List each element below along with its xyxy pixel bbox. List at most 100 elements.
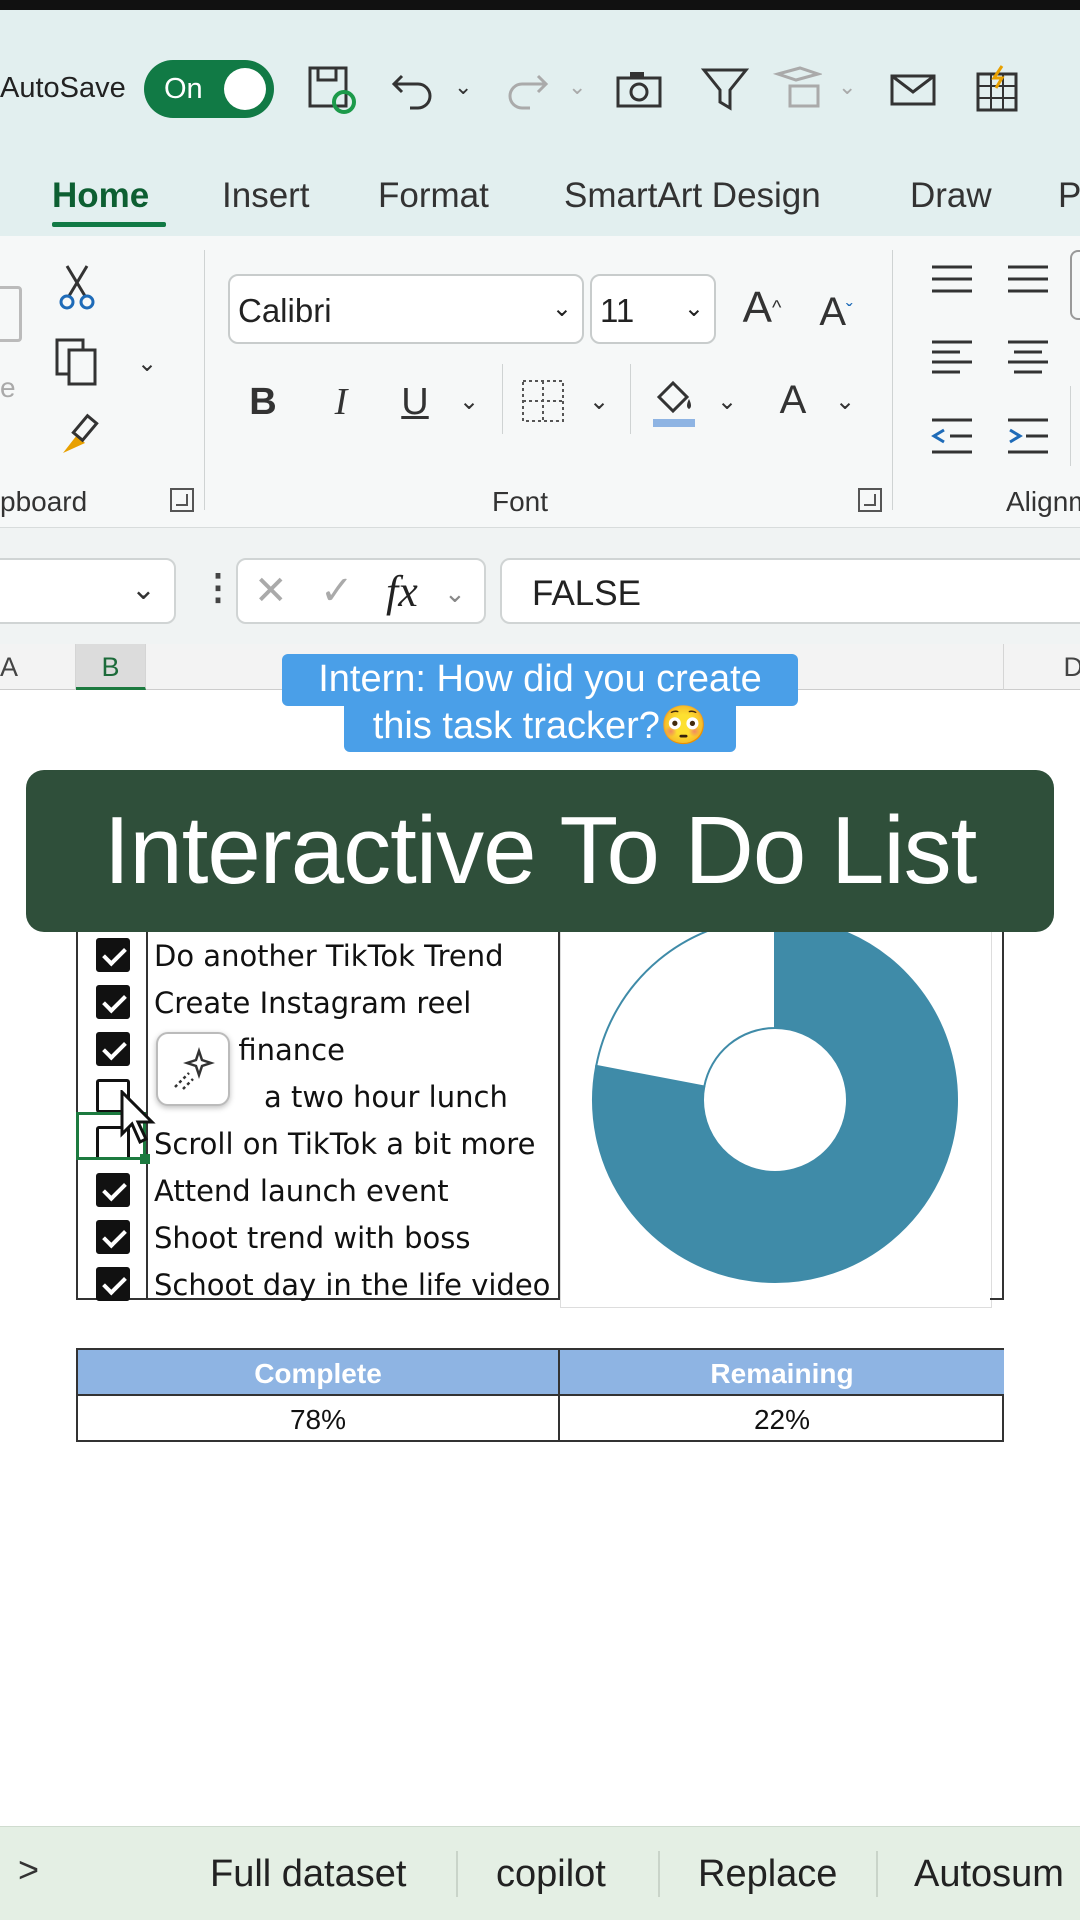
decrease-font-size-icon[interactable]: Aˇ — [808, 284, 864, 340]
clipboard-launcher-icon[interactable] — [170, 488, 194, 512]
tab-draw[interactable]: Draw — [910, 176, 992, 216]
suggestion-chip[interactable]: Full dataset — [210, 1853, 406, 1896]
copy-icon[interactable] — [52, 334, 102, 390]
formula-input[interactable]: FALSE — [500, 558, 1080, 624]
caption-line-2: this task tracker?😳 — [344, 700, 736, 752]
redo-icon[interactable] — [500, 62, 554, 116]
task-checkbox[interactable] — [96, 1032, 130, 1066]
task-text: Shoot trend with boss — [154, 1221, 471, 1255]
tab-insert[interactable]: Insert — [222, 176, 310, 216]
italic-icon[interactable]: I — [318, 374, 364, 430]
form-icon[interactable] — [770, 62, 824, 116]
task-text: Scroll on TikTok a bit more — [154, 1127, 536, 1161]
suggestion-chip[interactable]: copilot — [496, 1853, 606, 1896]
task-checkbox[interactable] — [96, 938, 130, 972]
font-size-select[interactable]: 11 ⌄ — [590, 274, 716, 344]
alignment-group-label: Alignm — [1006, 486, 1080, 517]
complete-header: Complete — [78, 1350, 558, 1396]
bold-icon[interactable]: B — [240, 374, 286, 430]
paste-icon[interactable] — [0, 286, 22, 342]
cut-icon[interactable] — [56, 260, 98, 314]
wrap-text-button-partial[interactable] — [1070, 250, 1080, 320]
list-item: Attend launch event — [78, 1167, 558, 1214]
clipboard-group-label: pboard — [0, 486, 88, 517]
task-checkbox[interactable] — [96, 1173, 130, 1207]
list-item: Create Instagram reel — [78, 979, 558, 1026]
tab-smartart-design[interactable]: SmartArt Design — [564, 176, 821, 216]
column-d-header[interactable]: D — [1004, 644, 1080, 690]
borders-icon[interactable] — [518, 376, 568, 426]
underline-icon[interactable]: U — [392, 374, 438, 430]
quick-access-toolbar: AutoSave On ⌄ ⌄ ⌄ — [0, 10, 1080, 150]
font-name-select[interactable]: Calibri ⌄ — [228, 274, 584, 344]
align-center-icon[interactable] — [1004, 336, 1052, 380]
name-box[interactable]: ⌄ — [0, 558, 176, 624]
filter-icon[interactable] — [698, 62, 752, 116]
toggle-knob — [224, 68, 266, 110]
formula-value: FALSE — [532, 574, 641, 613]
autosave-label: AutoSave — [0, 72, 126, 104]
top-black-strip — [0, 0, 1080, 10]
task-text: Attend launch event — [154, 1174, 449, 1208]
font-color-dropdown-icon[interactable]: ⌄ — [832, 386, 858, 416]
tab-format[interactable]: Format — [378, 176, 489, 216]
table-lightning-icon[interactable] — [970, 62, 1024, 116]
font-inner-separator — [502, 364, 503, 434]
donut-slice-remaining[interactable] — [595, 916, 776, 1088]
tab-partial[interactable]: P — [1058, 176, 1080, 216]
increase-font-size-icon[interactable]: A ^ — [734, 280, 790, 336]
task-checkbox[interactable] — [96, 1267, 130, 1301]
task-checkbox[interactable] — [96, 1220, 130, 1254]
envelope-icon[interactable] — [886, 62, 940, 116]
cancel-icon[interactable]: ✕ — [254, 568, 288, 614]
align-middle-icon[interactable] — [1004, 260, 1052, 300]
fill-color-icon[interactable] — [648, 372, 700, 430]
underline-dropdown-icon[interactable]: ⌄ — [456, 386, 482, 416]
suggestion-chip[interactable]: Autosum — [914, 1853, 1064, 1896]
tab-home[interactable]: Home — [52, 176, 149, 216]
column-b-header[interactable]: B — [76, 644, 146, 690]
autosave-toggle[interactable]: On — [144, 60, 274, 118]
sparkle-icon — [174, 1047, 215, 1090]
save-sync-icon[interactable] — [304, 62, 358, 116]
task-text: Create Instagram reel — [154, 986, 472, 1020]
align-left-icon[interactable] — [928, 336, 976, 380]
enter-icon[interactable]: ✓ — [320, 568, 354, 614]
decrease-indent-icon[interactable] — [928, 414, 976, 458]
font-launcher-icon[interactable] — [858, 488, 882, 512]
remaining-header: Remaining — [560, 1350, 1004, 1396]
list-item: Do another TikTok Trend — [78, 932, 558, 979]
format-painter-icon[interactable] — [52, 408, 104, 460]
formula-buttons: ✕ ✓ fx ⌄ — [236, 558, 486, 624]
font-inner-separator-2 — [630, 364, 631, 434]
suggestion-chip[interactable]: Replace — [698, 1853, 837, 1896]
font-size-value: 11 — [600, 292, 635, 329]
borders-dropdown-icon[interactable]: ⌄ — [586, 386, 612, 416]
more-options-icon[interactable]: ⋮ — [200, 566, 236, 608]
camera-icon[interactable] — [612, 62, 666, 116]
copilot-suggestion-button[interactable] — [156, 1032, 230, 1106]
undo-dropdown-icon[interactable]: ⌄ — [454, 74, 472, 100]
suggestion-bar: > Full dataset copilot Replace Autosum — [0, 1826, 1080, 1920]
copy-dropdown-icon[interactable]: ⌄ — [134, 348, 160, 378]
insert-function-icon[interactable]: fx — [386, 566, 418, 617]
font-color-icon[interactable]: A — [768, 372, 818, 428]
chip-separator — [658, 1851, 660, 1897]
increase-indent-icon[interactable] — [1004, 414, 1052, 458]
fill-handle[interactable] — [140, 1154, 150, 1164]
fill-color-dropdown-icon[interactable]: ⌄ — [714, 386, 740, 416]
align-top-icon[interactable] — [928, 260, 976, 300]
chevron-down-icon: ⌄ — [683, 295, 704, 322]
task-checkbox[interactable] — [96, 985, 130, 1019]
chevron-down-icon: ⌄ — [551, 295, 572, 322]
chevron-right-icon[interactable]: > — [18, 1849, 39, 1891]
donut-chart[interactable] — [560, 916, 992, 1308]
undo-icon[interactable] — [386, 62, 440, 116]
task-text: y finance — [212, 1033, 345, 1067]
chevron-down-icon[interactable]: ⌄ — [444, 578, 466, 609]
ribbon-separator — [1070, 386, 1071, 466]
redo-dropdown-icon[interactable]: ⌄ — [568, 74, 586, 100]
form-dropdown-icon[interactable]: ⌄ — [838, 74, 856, 100]
column-a-header[interactable]: A — [0, 644, 76, 690]
complete-value: 78% — [289, 1404, 347, 1435]
